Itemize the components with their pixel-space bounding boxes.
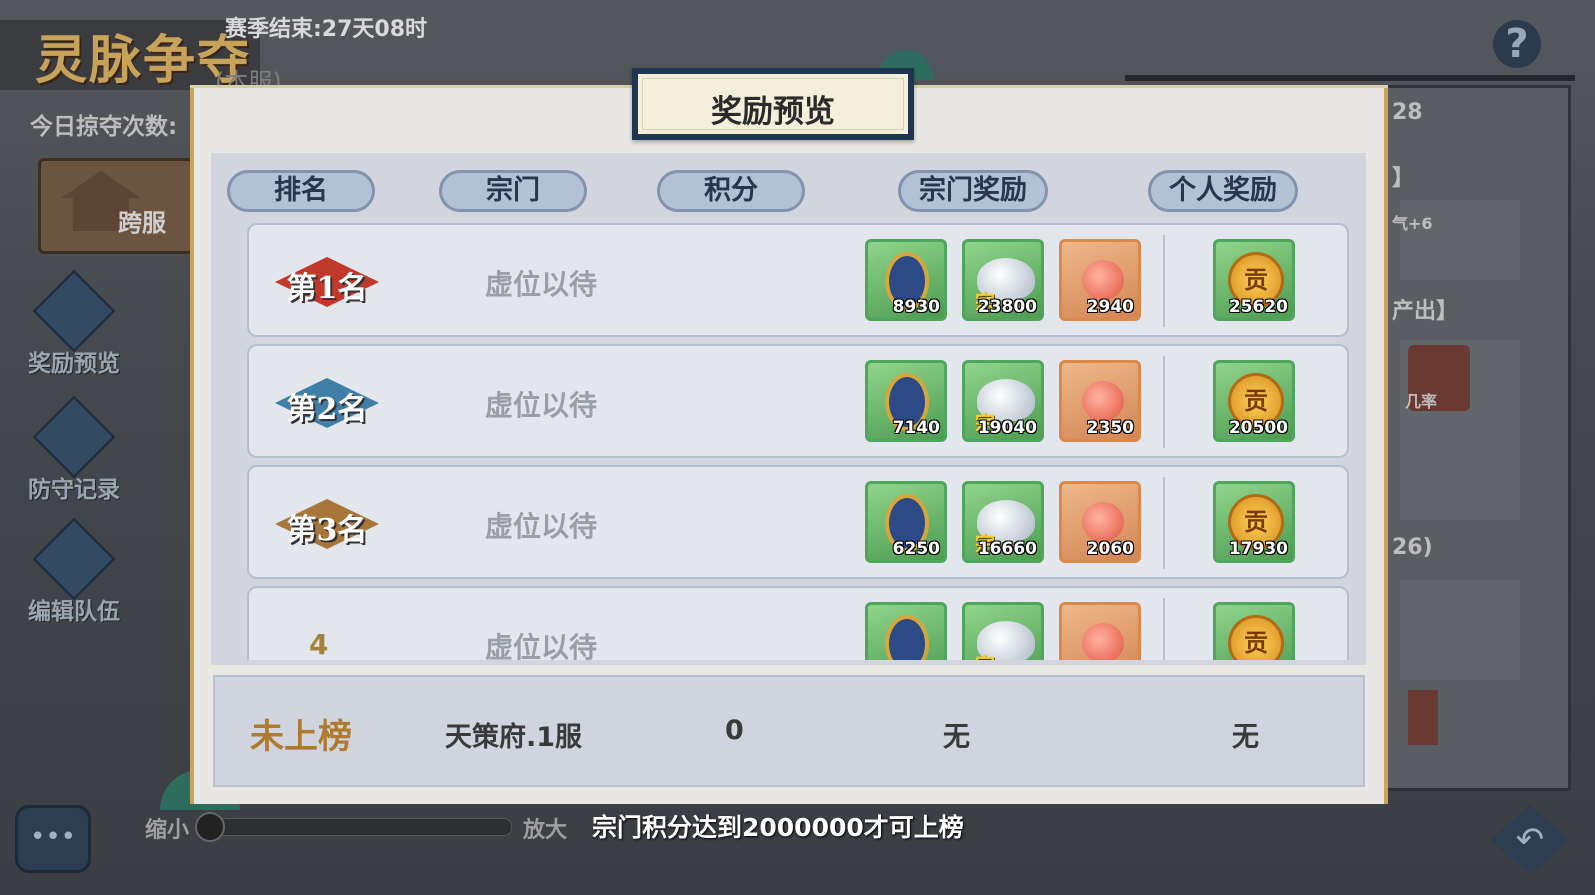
dialog-title: 奖励预览 [711, 94, 835, 130]
reward-count: 6250 [892, 539, 940, 559]
header-personal-reward: 个人奖励 [1148, 170, 1298, 212]
rank-badge: 第3名 [275, 499, 379, 549]
help-button[interactable]: ? [1493, 20, 1541, 68]
reward-item-reputation[interactable]: 8930 [865, 239, 947, 321]
reward-item-reputation[interactable]: 6250 [865, 481, 947, 563]
my-guild-name: 天策府.1服 [445, 722, 583, 753]
reward-count: 2060 [1086, 539, 1134, 559]
my-guild-score: 0 [725, 715, 744, 746]
reward-item-contribution[interactable]: 贡 [1213, 602, 1295, 660]
reward-count: 7140 [892, 418, 940, 438]
back-arrow-icon: ↶ [1515, 820, 1545, 860]
reward-item-silver[interactable]: 宗 16660 [962, 481, 1044, 563]
table-row: 第1名 虚位以待 8930 宗 23800 2940 贡 25620 [247, 223, 1349, 337]
reward-count: 25620 [1228, 297, 1288, 317]
header-guild: 宗门 [439, 170, 587, 212]
rank-label: 第1名 [286, 271, 368, 306]
zoom-slider[interactable] [205, 818, 512, 836]
column-divider [1163, 235, 1165, 327]
table-scroll-clip: 4 虚位以待 宗 贡 [247, 586, 1349, 660]
reward-count: 8930 [892, 297, 940, 317]
right-panel-bonus: 气+6 [1392, 214, 1433, 233]
right-panel-box [1400, 580, 1520, 680]
reward-item-contribution[interactable]: 贡 20500 [1213, 360, 1295, 442]
reward-item-peach[interactable] [1059, 602, 1141, 660]
peach-icon [1082, 260, 1124, 300]
ranking-requirement-tip: 宗门积分达到2000000才可上榜 [592, 813, 964, 842]
reward-count: 2350 [1086, 418, 1134, 438]
zoom-out-button[interactable]: 缩小 [145, 812, 189, 844]
chat-icon: ••• [29, 822, 76, 852]
guild-name: 虚位以待 [485, 389, 598, 422]
my-personal-reward: 无 [1232, 722, 1259, 753]
rank-label: 4 [309, 628, 329, 660]
header-score: 积分 [657, 170, 805, 212]
reward-item-peach[interactable]: 2060 [1059, 481, 1141, 563]
right-panel-text: 产出】 [1392, 299, 1459, 324]
cross-server-label: 跨服 [118, 209, 166, 237]
rank-label: 第2名 [286, 392, 368, 427]
reward-count: 2940 [1086, 297, 1134, 317]
reward-preview-button[interactable]: 奖励预览 [18, 269, 130, 378]
reward-item-contribution[interactable]: 贡 25620 [1213, 239, 1295, 321]
right-panel-number: 28 [1392, 100, 1423, 125]
chat-button[interactable]: ••• [15, 805, 91, 873]
right-panel-text: 】 [1392, 166, 1415, 191]
sect-mark: 宗 [975, 649, 995, 660]
unranked-label: 未上榜 [250, 717, 352, 757]
header-rank: 排名 [227, 170, 375, 212]
right-panel-top-bar [1125, 75, 1575, 81]
edit-team-button[interactable]: 编辑队伍 [18, 517, 130, 626]
peach-icon [1082, 381, 1124, 421]
guild-name: 虚位以待 [485, 268, 598, 301]
column-divider [1163, 477, 1165, 569]
scroll-icon [32, 395, 116, 479]
rank-label: 第3名 [286, 513, 368, 548]
season-end-timer: 赛季结束:27天08时 [225, 17, 428, 42]
reward-count: 19040 [977, 418, 1037, 438]
reward-count: 17930 [1228, 539, 1288, 559]
contribution-coin-icon: 贡 [1228, 615, 1284, 660]
reward-item-silver[interactable]: 宗 19040 [962, 360, 1044, 442]
reward-item-reputation[interactable]: 7140 [865, 360, 947, 442]
rank-badge: 第1名 [275, 257, 379, 307]
my-guild-row: 未上榜 天策府.1服 0 无 无 [213, 675, 1365, 787]
table-row: 第2名 虚位以待 7140 宗 19040 2350 贡 20500 [247, 344, 1349, 458]
reward-count: 16660 [977, 539, 1037, 559]
reward-item-peach[interactable]: 2350 [1059, 360, 1141, 442]
reward-item-silver[interactable]: 宗 23800 [962, 239, 1044, 321]
zoom-slider-knob[interactable] [195, 812, 225, 842]
table-row: 4 虚位以待 宗 贡 [247, 586, 1349, 660]
right-panel-chance: 几率 [1405, 392, 1438, 411]
peach-icon [1082, 502, 1124, 542]
reward-count: 23800 [977, 297, 1037, 317]
reward-item-peach[interactable]: 2940 [1059, 239, 1141, 321]
column-divider [1163, 598, 1165, 660]
flag-icon [1408, 690, 1438, 745]
cross-server-palace-button[interactable] [38, 158, 194, 254]
header-guild-reward: 宗门奖励 [898, 170, 1048, 212]
plunder-count-label: 今日掠夺次数: [30, 114, 178, 140]
reward-item-reputation[interactable] [865, 602, 947, 660]
gift-icon [32, 269, 116, 353]
reward-item-contribution[interactable]: 贡 17930 [1213, 481, 1295, 563]
guild-name: 虚位以待 [485, 631, 598, 660]
right-panel-count: 26) [1392, 535, 1433, 560]
reward-count: 20500 [1228, 418, 1288, 438]
peach-icon [1082, 623, 1124, 660]
my-guild-reward: 无 [943, 722, 970, 753]
reward-item-silver[interactable]: 宗 [962, 602, 1044, 660]
reputation-seal-icon [885, 615, 929, 660]
defense-record-button[interactable]: 防守记录 [18, 395, 130, 504]
feather-icon [32, 517, 116, 601]
table-row: 第3名 虚位以待 6250 宗 16660 2060 贡 17930 [247, 465, 1349, 579]
column-divider [1163, 356, 1165, 448]
dialog-title-plate: 奖励预览 [632, 68, 914, 140]
rank-badge: 第2名 [275, 378, 379, 428]
zoom-in-button[interactable]: 放大 [523, 812, 567, 844]
guild-name: 虚位以待 [485, 510, 598, 543]
